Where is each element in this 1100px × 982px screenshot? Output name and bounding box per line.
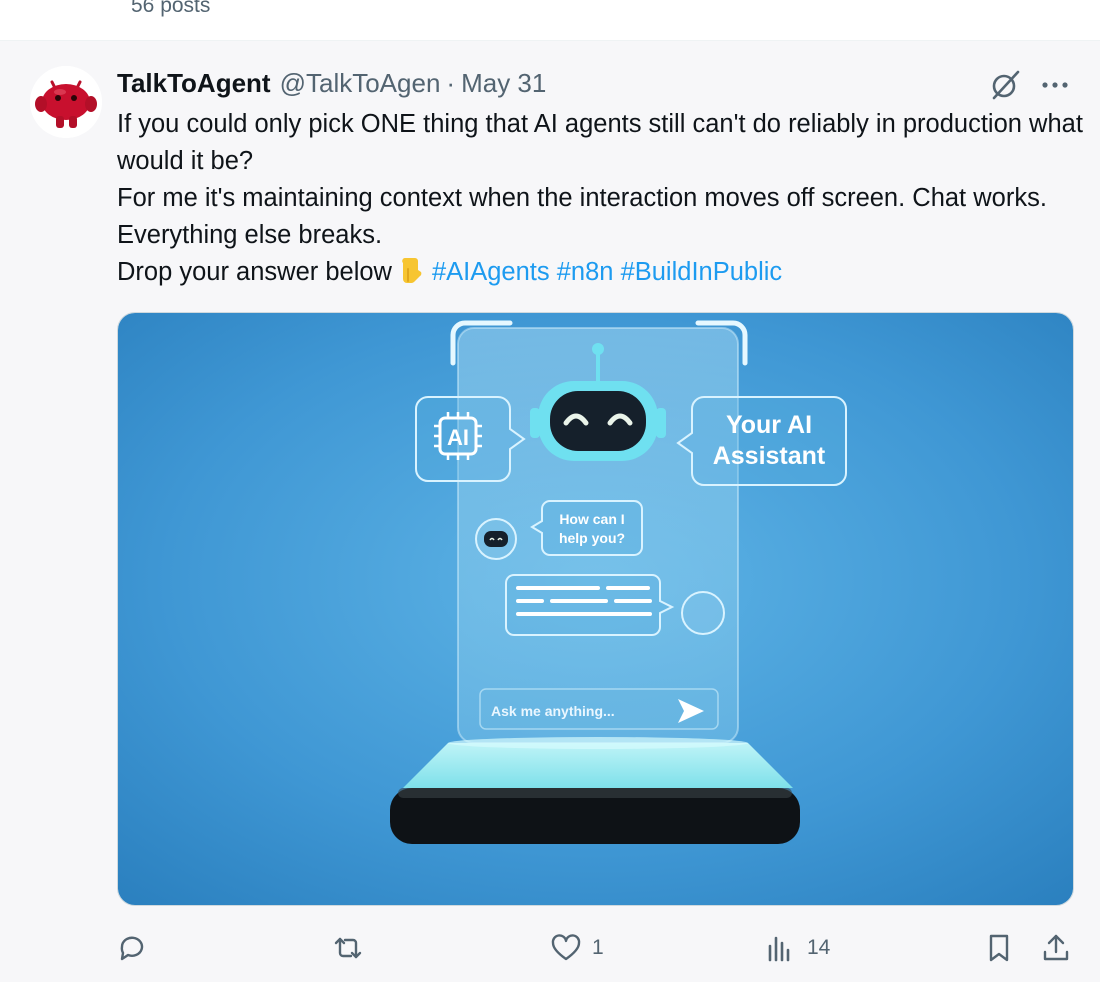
repost-icon xyxy=(334,937,362,959)
views-button[interactable]: 14 xyxy=(765,930,830,966)
like-button[interactable]: 1 xyxy=(550,930,604,966)
assistant-label-line2: Assistant xyxy=(713,442,826,470)
display-name[interactable]: TalkToAgent xyxy=(117,68,271,99)
reply-icon xyxy=(120,936,144,961)
post-header: TalkToAgent @TalkToAgen · May 31 xyxy=(117,66,546,100)
separator: · xyxy=(446,67,456,98)
posts-count: 56 posts xyxy=(131,0,211,17)
post-image[interactable]: AI Your AI Assistant How can I help you?… xyxy=(117,312,1074,906)
post-text-line: If you could only pick ONE thing that AI… xyxy=(117,110,1083,175)
red-robot-avatar-icon xyxy=(30,66,102,138)
post-date[interactable]: May 31 xyxy=(461,68,546,99)
post-text: If you could only pick ONE thing that AI… xyxy=(117,106,1092,291)
post-text-line: Drop your answer below #AIAgents #n8n #Bu… xyxy=(117,254,1092,291)
input-placeholder: Ask me anything... xyxy=(491,703,615,719)
hashtag-link[interactable]: #BuildInPublic xyxy=(621,258,783,286)
views-icon xyxy=(768,936,790,962)
post-actions: 1 14 xyxy=(0,920,1100,976)
like-count: 1 xyxy=(592,936,604,959)
grok-icon[interactable] xyxy=(988,68,1022,102)
more-icon[interactable] xyxy=(1038,70,1072,100)
share-icon xyxy=(1043,934,1069,961)
greeting-line1: How can I xyxy=(559,511,624,527)
assistant-label-line1: Your AI xyxy=(726,411,812,439)
heart-icon xyxy=(551,934,581,961)
bookmark-icon xyxy=(989,934,1009,962)
share-button[interactable] xyxy=(1040,930,1072,966)
greeting-line2: help you? xyxy=(559,530,625,546)
avatar[interactable] xyxy=(30,66,102,138)
ai-chip-label: AI xyxy=(447,425,469,450)
post-text-line: For me it's maintaining context when the… xyxy=(117,184,1047,249)
post-text-prefix: Drop your answer below xyxy=(117,258,392,286)
profile-header-strip: 56 posts xyxy=(0,0,1100,40)
reply-button[interactable] xyxy=(116,930,158,966)
pointing-down-emoji xyxy=(396,255,426,285)
hashtag-link[interactable]: #AIAgents xyxy=(432,258,550,286)
bookmark-button[interactable] xyxy=(983,930,1015,966)
views-count: 14 xyxy=(807,936,831,959)
repost-button[interactable] xyxy=(332,930,374,966)
hashtag-link[interactable]: #n8n xyxy=(557,258,614,286)
handle[interactable]: @TalkToAgen xyxy=(280,68,441,99)
